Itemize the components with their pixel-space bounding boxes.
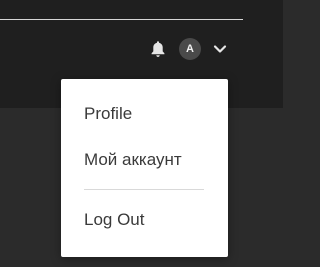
menu-divider <box>84 189 204 190</box>
app-screen: A Profile Мой аккаунт Log Out <box>0 0 283 267</box>
header-divider <box>0 19 243 20</box>
header-actions: A <box>147 38 229 60</box>
avatar[interactable]: A <box>179 38 201 60</box>
bell-icon[interactable] <box>147 38 169 60</box>
menu-item-log-out[interactable]: Log Out <box>84 210 145 230</box>
chevron-down-icon[interactable] <box>211 40 229 58</box>
menu-item-profile[interactable]: Profile <box>84 104 132 124</box>
menu-item-my-account[interactable]: Мой аккаунт <box>84 150 182 170</box>
user-menu-dropdown: Profile Мой аккаунт Log Out <box>61 79 228 257</box>
